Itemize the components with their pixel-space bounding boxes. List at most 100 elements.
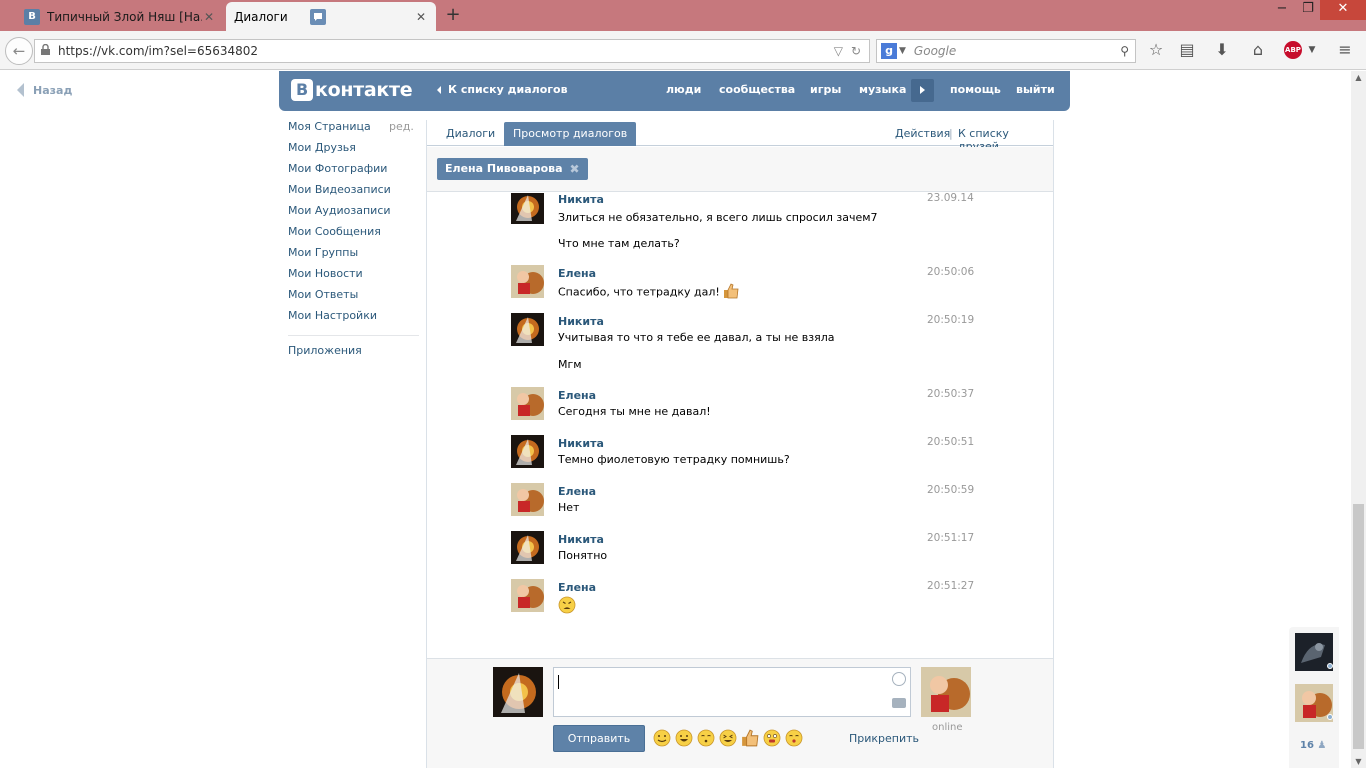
sidebar-item-apps[interactable]: Приложения xyxy=(288,344,420,365)
sidebar-item-friends[interactable]: Мои Друзья xyxy=(288,141,420,162)
sidebar-item-groups[interactable]: Мои Группы xyxy=(288,246,420,267)
home-icon[interactable]: ⌂ xyxy=(1248,40,1268,60)
sidebar-item-settings[interactable]: Мои Настройки xyxy=(288,309,420,330)
message-time: 20:51:27 xyxy=(927,580,975,592)
tab-title: Типичный Злой Няш [На... xyxy=(47,9,202,24)
message-time: 20:51:17 xyxy=(927,532,975,544)
tab-view-dialogs[interactable]: Просмотр диалогов xyxy=(504,122,637,146)
reading-list-icon[interactable]: ▤ xyxy=(1177,40,1197,60)
scroll-thumb[interactable] xyxy=(1353,504,1364,749)
nav-logout[interactable]: выйти xyxy=(1016,83,1055,96)
avatar-elena[interactable] xyxy=(511,579,544,612)
tab-close-icon[interactable]: ✕ xyxy=(202,10,216,24)
scroll-down-arrow-icon[interactable]: ▼ xyxy=(1351,757,1366,766)
nav-communities[interactable]: сообщества xyxy=(719,83,795,96)
shock-emoji-icon[interactable] xyxy=(763,729,781,750)
dropdown-icon[interactable]: ▽ xyxy=(834,44,843,58)
laugh-emoji-icon[interactable] xyxy=(719,729,737,750)
browser-back-button[interactable]: ← xyxy=(5,37,33,65)
online-status: online xyxy=(932,722,963,733)
browser-tab-inactive[interactable]: B Типичный Злой Няш [На... ✕ xyxy=(16,2,224,31)
sidebar-item-audio[interactable]: Мои Аудиозаписи xyxy=(288,204,420,225)
nav-games[interactable]: игры xyxy=(810,83,841,96)
message-composer: online Отправить Прикрепить xyxy=(427,658,1053,768)
thumbs-up-emoji-icon xyxy=(723,283,739,302)
page-scrollbar[interactable]: ▲ ▼ xyxy=(1351,71,1366,768)
message-input[interactable] xyxy=(553,667,911,717)
nav-people[interactable]: люди xyxy=(666,83,701,96)
chevron-down-icon[interactable]: ▼ xyxy=(899,46,906,56)
adblock-icon[interactable]: ABP xyxy=(1284,41,1304,61)
smile-icon[interactable] xyxy=(892,672,906,686)
reload-icon[interactable]: ↻ xyxy=(851,44,861,58)
message-author[interactable]: Елена xyxy=(558,267,596,280)
online-dot-icon xyxy=(1327,663,1333,669)
sidebar-item-videos[interactable]: Мои Видеозаписи xyxy=(288,183,420,204)
avatar-nikita[interactable] xyxy=(511,531,544,564)
scroll-up-arrow-icon[interactable]: ▲ xyxy=(1351,73,1366,82)
download-icon[interactable]: ⬇ xyxy=(1212,40,1232,60)
close-window-button[interactable]: ✕ xyxy=(1320,0,1366,20)
address-bar[interactable]: https://vk.com/im?sel=65634802 ▽ ↻ xyxy=(34,39,870,63)
music-play-button[interactable] xyxy=(911,79,934,102)
message-author[interactable]: Елена xyxy=(558,485,596,498)
message-author[interactable]: Никита xyxy=(558,437,604,450)
sidebar-item-messages[interactable]: Мои Сообщения xyxy=(288,225,420,246)
search-icon[interactable]: ⚲ xyxy=(1120,44,1129,58)
browser-tab-active[interactable]: Диалоги ✕ xyxy=(226,2,436,31)
my-avatar[interactable] xyxy=(493,667,543,717)
person-icon: ♟ xyxy=(1317,740,1327,751)
message-text: Спасибо, что тетрадку дал! xyxy=(558,285,720,299)
recipient-avatar[interactable] xyxy=(921,667,971,717)
avatar-elena[interactable] xyxy=(511,483,544,516)
sidebar-edit-link[interactable]: ред. xyxy=(389,120,414,133)
avatar-nikita[interactable] xyxy=(511,313,544,346)
message-author[interactable]: Никита xyxy=(558,193,604,206)
send-button[interactable]: Отправить xyxy=(553,725,645,752)
bookmark-star-icon[interactable]: ☆ xyxy=(1146,40,1166,60)
friends-online-count[interactable]: 16 ♟ xyxy=(1300,740,1326,751)
thumbs-up-emoji-icon[interactable] xyxy=(741,729,759,750)
back-to-dialogs-link[interactable]: К списку диалогов xyxy=(437,83,568,96)
tab-close-icon[interactable]: ✕ xyxy=(414,10,428,24)
message-author[interactable]: Елена xyxy=(558,581,596,594)
back-arrow-icon xyxy=(17,83,24,97)
camera-icon[interactable] xyxy=(892,698,906,708)
url-text: https://vk.com/im?sel=65634802 xyxy=(58,44,259,58)
message-author[interactable]: Елена xyxy=(558,389,596,402)
remove-recipient-icon[interactable]: ✖ xyxy=(570,158,580,180)
recipient-chip[interactable]: Елена Пивоварова ✖ xyxy=(437,158,588,180)
nav-music[interactable]: музыка xyxy=(859,83,906,96)
message-author[interactable]: Никита xyxy=(558,315,604,328)
avatar-elena[interactable] xyxy=(511,265,544,298)
nav-help[interactable]: помощь xyxy=(950,83,1001,96)
logo-text: контакте xyxy=(315,79,413,101)
vk-logo[interactable]: В контакте xyxy=(291,79,413,101)
sidebar-item-news[interactable]: Мои Новости xyxy=(288,267,420,288)
attach-link[interactable]: Прикрепить xyxy=(849,732,919,745)
message-text-row: Спасибо, что тетрадку дал! xyxy=(558,283,739,302)
smile-emoji-icon[interactable] xyxy=(653,729,671,750)
minimize-button[interactable]: − xyxy=(1268,0,1296,20)
actions-link[interactable]: Действия xyxy=(895,127,950,140)
search-placeholder: Google xyxy=(913,44,957,58)
blush-emoji-icon[interactable] xyxy=(697,729,715,750)
chevron-down-icon[interactable]: ▼ xyxy=(1302,40,1322,60)
page: Назад В контакте К списку диалогов люди … xyxy=(0,71,1351,768)
search-box[interactable]: g ▼ Google ⚲ xyxy=(876,39,1136,63)
avatar-nikita[interactable] xyxy=(511,193,544,224)
back-link[interactable]: Назад xyxy=(17,83,72,97)
new-tab-button[interactable]: + xyxy=(444,6,462,24)
avatar-elena[interactable] xyxy=(511,387,544,420)
grin-emoji-icon[interactable] xyxy=(675,729,693,750)
restore-button[interactable]: ❐ xyxy=(1294,0,1322,20)
message-author[interactable]: Никита xyxy=(558,533,604,546)
kiss-emoji-icon[interactable] xyxy=(785,729,803,750)
browser-navbar: ← https://vk.com/im?sel=65634802 ▽ ↻ g ▼… xyxy=(0,31,1366,70)
sidebar-item-answers[interactable]: Мои Ответы xyxy=(288,288,420,309)
tab-dialogs[interactable]: Диалоги xyxy=(437,122,504,146)
avatar-nikita[interactable] xyxy=(511,435,544,468)
message-time: 20:50:19 xyxy=(927,314,975,326)
sidebar-item-photos[interactable]: Мои Фотографии xyxy=(288,162,420,183)
menu-icon[interactable]: ≡ xyxy=(1335,40,1355,60)
